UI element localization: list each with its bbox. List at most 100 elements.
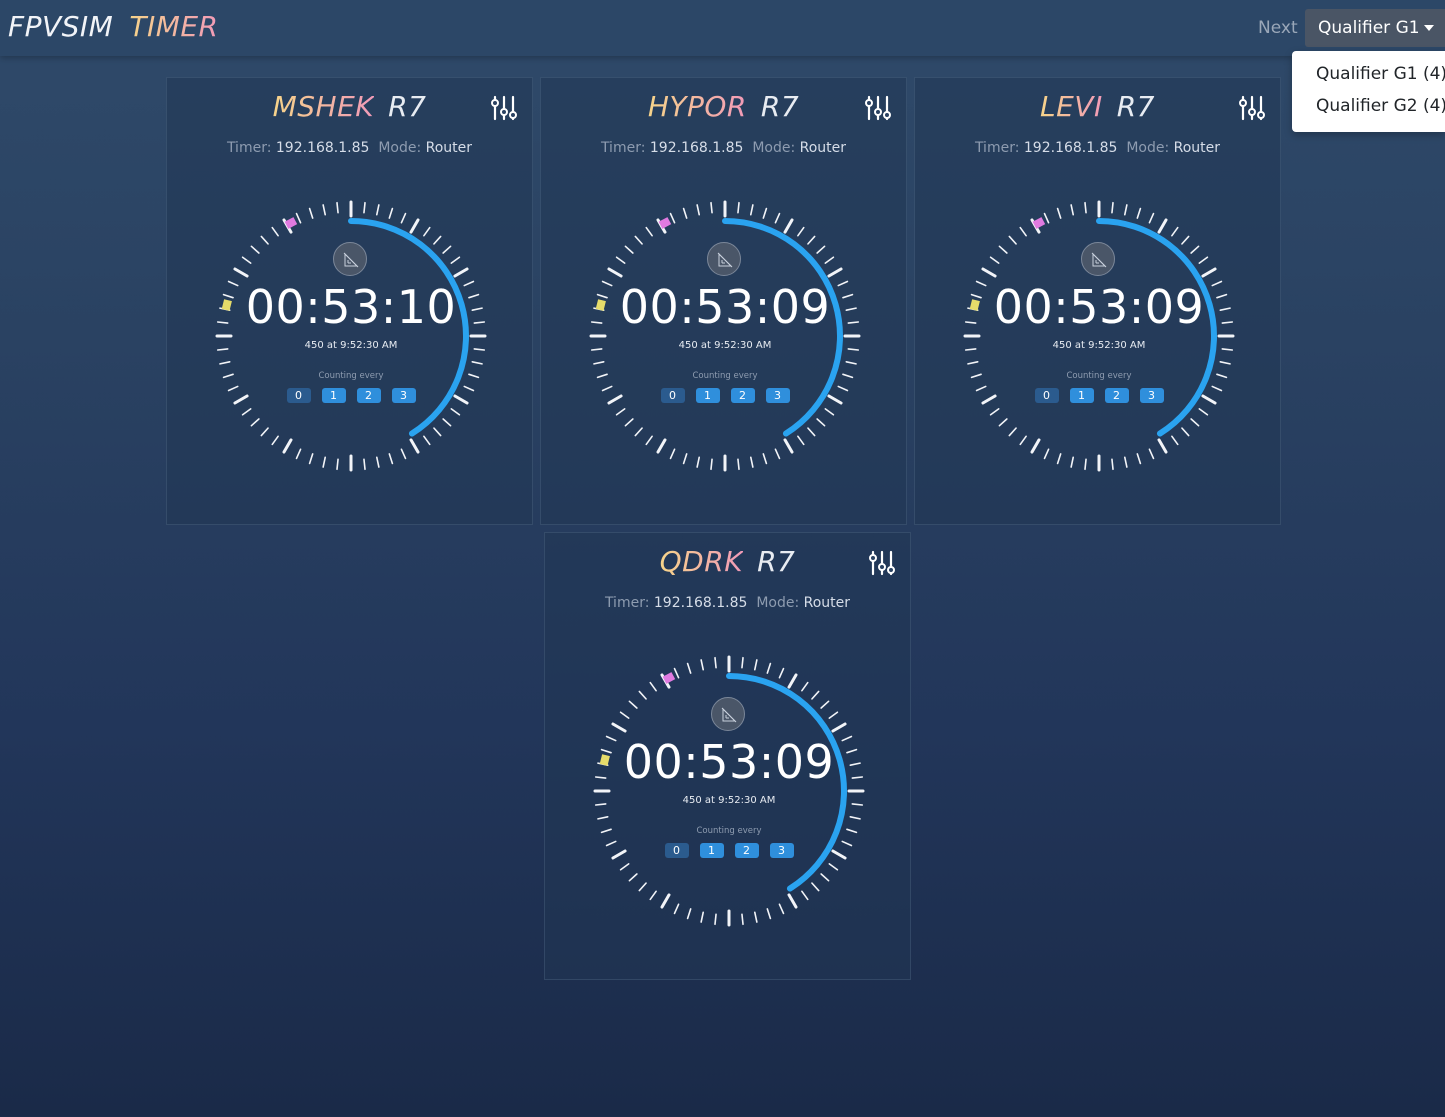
dial-tick (1136, 453, 1142, 465)
chip-0[interactable]: 0 (660, 388, 685, 403)
dial-tick (673, 667, 680, 679)
dial-tick (660, 893, 671, 909)
dial-tick (219, 360, 231, 365)
timer-gauge: 00:53:10 450 at 9:52:30 AM Counting ever… (211, 196, 491, 476)
dial-tick (682, 453, 688, 465)
chip-1[interactable]: 1 (695, 388, 720, 403)
dial-tick (409, 438, 420, 454)
dial-tick (1111, 201, 1114, 214)
timer-gauge: 00:53:09 450 at 9:52:30 AM Counting ever… (959, 196, 1239, 476)
dial-tick (442, 418, 452, 427)
dial-tick (801, 890, 809, 901)
dial-tick (433, 427, 442, 437)
navbar: FPVSIM TIMER Next Qualifier G1 (0, 0, 1445, 56)
dial-tick (624, 245, 634, 254)
chip-2[interactable]: 2 (734, 843, 759, 858)
dial-tick (696, 204, 701, 216)
dial-tick (611, 722, 627, 733)
dial-tick (989, 256, 1000, 264)
chip-0[interactable]: 0 (664, 843, 689, 858)
dial-tick (741, 913, 744, 926)
chip-0[interactable]: 0 (1034, 388, 1059, 403)
dial-tick (619, 863, 630, 871)
dial-tick (1190, 245, 1200, 254)
chip-0[interactable]: 0 (286, 388, 311, 403)
timer-reset-icon (1091, 252, 1107, 268)
mode-label: Mode: (378, 140, 422, 156)
sliders-icon[interactable] (1238, 94, 1266, 122)
dial-tick (250, 245, 260, 254)
dial-tick (778, 667, 785, 679)
gauge-reset-button[interactable] (707, 242, 741, 276)
dial-tick (624, 418, 634, 427)
timer-reset-icon (717, 252, 733, 268)
timer-ip: 192.168.1.85 (649, 140, 744, 156)
lap-detail: 450 at 9:52:30 AM (678, 340, 772, 351)
dial-tick (271, 435, 279, 446)
sliders-icon[interactable] (490, 94, 518, 122)
menu-item-qualifier-g2[interactable]: Qualifier G2 (4) (1292, 95, 1445, 127)
dial-tick (807, 235, 816, 245)
timer-ip: 192.168.1.85 (653, 595, 748, 611)
menu-item-qualifier-g1[interactable]: Qualifier G1 (4) (1292, 63, 1445, 95)
dial-tick (1008, 235, 1017, 245)
dial-tick (638, 882, 647, 892)
dial-tick (696, 456, 701, 468)
chip-2[interactable]: 2 (730, 388, 755, 403)
brand-secondary: TIMER (129, 10, 219, 43)
dial-tick (363, 458, 366, 471)
dial-tick (849, 815, 861, 820)
dial-tick (645, 435, 653, 446)
chip-3[interactable]: 3 (765, 388, 790, 403)
dial-tick (710, 201, 713, 214)
chip-3[interactable]: 3 (391, 388, 416, 403)
round-dropdown-menu: Qualifier G1 (4) Qualifier G2 (4) (1292, 51, 1445, 132)
dial-tick (450, 256, 461, 264)
dial-tick (634, 427, 643, 437)
craft-name: R7 (388, 90, 427, 123)
pilot-name: LEVI (1040, 90, 1103, 123)
dial-tick (831, 722, 847, 733)
gauge-reset-button[interactable] (711, 697, 745, 731)
mode-value: Router (1173, 140, 1221, 156)
gauge-reset-button[interactable] (333, 242, 367, 276)
counting-chips: 0 1 2 3 (959, 388, 1239, 403)
dial-tick (998, 418, 1008, 427)
dial-tick (433, 235, 442, 245)
chip-2[interactable]: 2 (356, 388, 381, 403)
dial-tick (453, 267, 469, 278)
round-select-button[interactable]: Qualifier G1 (1305, 9, 1445, 47)
counting-chips: 0 1 2 3 (585, 388, 865, 403)
dial-tick (1070, 204, 1075, 216)
dial-tick (649, 681, 657, 692)
brand-logo[interactable]: FPVSIM TIMER (8, 10, 219, 43)
timer-gauge: 00:53:09 450 at 9:52:30 AM Counting ever… (589, 651, 869, 931)
pilot-card-levi: LEVI R7 Timer: 192.168.1.85 Mode: Router … (914, 77, 1281, 525)
chip-3[interactable]: 3 (769, 843, 794, 858)
timer-reset-icon (721, 707, 737, 723)
sliders-icon[interactable] (868, 549, 896, 577)
chip-1[interactable]: 1 (1069, 388, 1094, 403)
dial-tick (1171, 226, 1179, 237)
dial-tick (820, 700, 830, 709)
dial-tick (749, 204, 754, 216)
chip-1[interactable]: 1 (699, 843, 724, 858)
sliders-icon[interactable] (864, 94, 892, 122)
chip-3[interactable]: 3 (1139, 388, 1164, 403)
dial-tick (442, 245, 452, 254)
dial-tick (656, 438, 667, 454)
dial-tick (1123, 456, 1128, 468)
dial-tick (828, 863, 839, 871)
chip-1[interactable]: 1 (321, 388, 346, 403)
round-select-value: Qualifier G1 (1318, 18, 1420, 38)
chip-2[interactable]: 2 (1104, 388, 1129, 403)
brand-primary: FPVSIM (8, 10, 114, 43)
dial-tick (749, 456, 754, 468)
dial-tick (336, 458, 339, 471)
gauge-reset-button[interactable] (1081, 242, 1115, 276)
dial-tick (615, 256, 626, 264)
dial-tick (714, 913, 717, 926)
dial-tick (607, 267, 623, 278)
timer-label: Timer: (600, 140, 646, 156)
dial-tick (250, 418, 260, 427)
